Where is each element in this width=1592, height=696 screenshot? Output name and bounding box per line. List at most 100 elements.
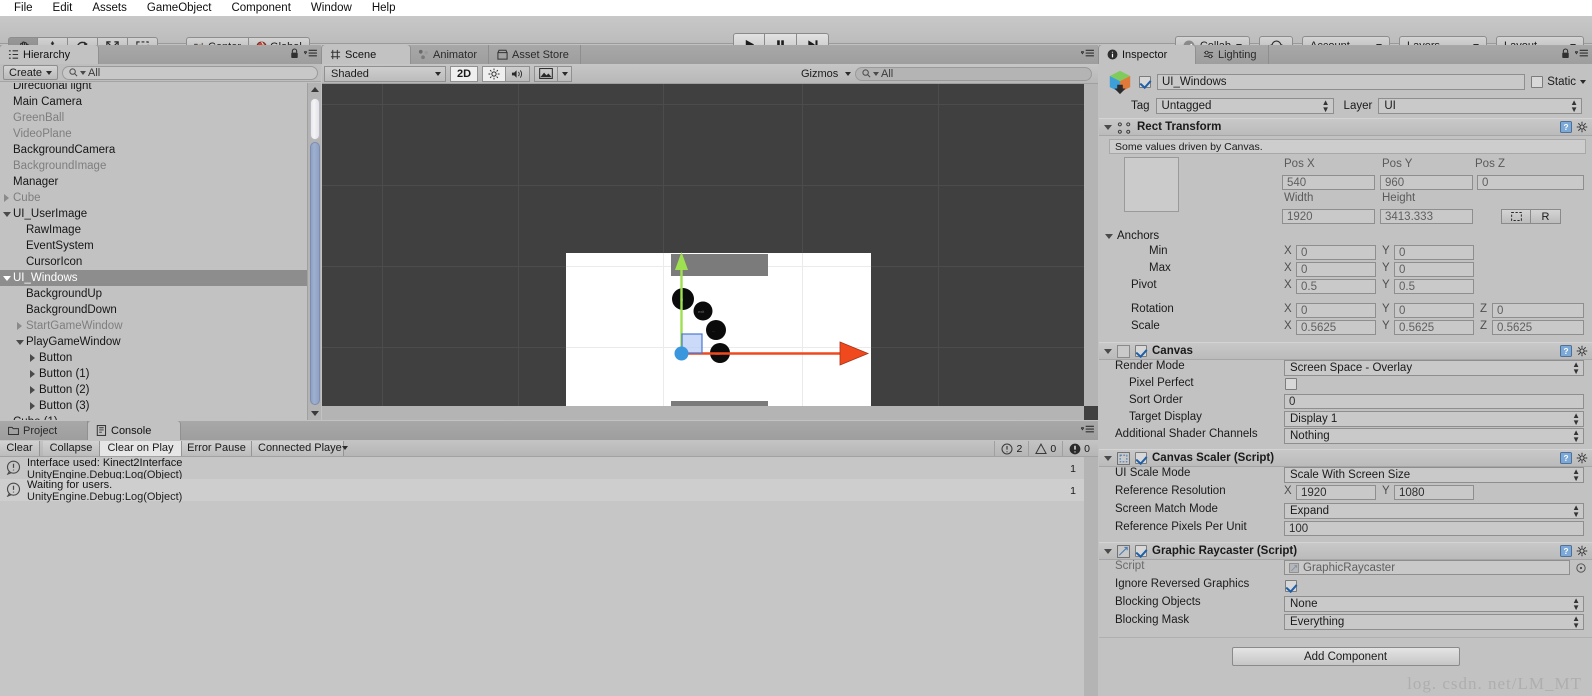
anchor-max-x-field[interactable]: 0	[1296, 262, 1376, 277]
anchors-foldout-icon[interactable]	[1105, 233, 1113, 239]
reference-ppu-field[interactable]: 100	[1284, 521, 1584, 536]
foldout-expanded-icon[interactable]	[0, 211, 13, 217]
canvas-header[interactable]: Canvas ?	[1099, 342, 1592, 360]
help-icon[interactable]: ?	[1560, 121, 1572, 133]
graphic-raycaster-enabled-checkbox[interactable]	[1135, 545, 1147, 557]
rect-transform-header[interactable]: Rect Transform ?	[1099, 118, 1592, 136]
toggle-2d-button[interactable]: 2D	[450, 65, 478, 82]
scale-x-field[interactable]: 0.5625	[1296, 320, 1376, 335]
console-warning-badge[interactable]: 0	[1028, 441, 1062, 456]
console-error-pause-button[interactable]: Error Pause	[182, 440, 252, 456]
raw-edit-button[interactable]: R	[1531, 209, 1561, 224]
toggle-lighting-button[interactable]	[482, 65, 506, 82]
tab-console[interactable]: Console	[88, 421, 180, 440]
console-message-list[interactable]: Interface used: Kinect2Interface UnityEng…	[0, 457, 1084, 696]
ignore-reversed-checkbox[interactable]	[1285, 580, 1297, 592]
scroll-up-arrow-icon[interactable]	[310, 83, 319, 96]
tag-dropdown[interactable]: Untagged ▲ ▼	[1155, 98, 1334, 114]
hierarchy-scrollbar[interactable]	[307, 83, 321, 420]
hierarchy-item-startgamewindow[interactable]: StartGameWindow	[0, 318, 307, 334]
object-picker-icon[interactable]	[1576, 563, 1586, 573]
menu-item-edit[interactable]: Edit	[43, 0, 83, 16]
ui-scale-mode-dropdown[interactable]: Scale With Screen Size ▲ ▼	[1284, 467, 1584, 483]
scene-effects-button[interactable]	[534, 65, 558, 82]
lock-icon[interactable]	[290, 48, 299, 59]
hierarchy-scroll-thumb-top[interactable]	[309, 98, 320, 140]
sort-order-field[interactable]: 0	[1284, 394, 1584, 409]
scene-effects-dropdown[interactable]	[558, 65, 572, 82]
foldout-collapsed-icon[interactable]	[13, 322, 26, 330]
hierarchy-item-ui-userimage[interactable]: UI_UserImage	[0, 206, 307, 222]
hierarchy-item-videoplane[interactable]: VideoPlane	[0, 126, 307, 142]
hierarchy-item-backgrounddown[interactable]: BackgroundDown	[0, 302, 307, 318]
tab-asset-store[interactable]: Asset Store	[489, 45, 581, 64]
gizmos-dropdown[interactable]: Gizmos	[795, 66, 855, 82]
gear-icon[interactable]	[1576, 545, 1588, 557]
menu-item-file[interactable]: File	[4, 0, 43, 16]
menu-item-component[interactable]: Component	[221, 0, 300, 16]
pixel-perfect-checkbox[interactable]	[1285, 378, 1297, 390]
blocking-objects-dropdown[interactable]: None ▲ ▼	[1284, 596, 1584, 612]
help-icon[interactable]: ?	[1560, 345, 1572, 357]
rect-transform-foldout-icon[interactable]	[1104, 124, 1112, 130]
panel-menu-icon[interactable]	[1081, 424, 1094, 435]
scroll-down-arrow-icon[interactable]	[310, 407, 319, 420]
hierarchy-scroll-thumb[interactable]	[309, 142, 320, 405]
graphic-raycaster-foldout-icon[interactable]	[1104, 548, 1112, 554]
scene-horizontal-scrollbar[interactable]	[322, 406, 1084, 420]
canvas-foldout-icon[interactable]	[1104, 348, 1112, 354]
tab-scene[interactable]: Scene	[322, 45, 410, 64]
target-display-dropdown[interactable]: Display 1 ▲ ▼	[1284, 411, 1584, 427]
hierarchy-item-playgamewindow[interactable]: PlayGameWindow	[0, 334, 307, 350]
shader-channels-dropdown[interactable]: Nothing ▲ ▼	[1284, 428, 1584, 444]
gear-icon[interactable]	[1576, 345, 1588, 357]
hierarchy-item-rawimage[interactable]: RawImage	[0, 222, 307, 238]
gear-icon[interactable]	[1576, 121, 1588, 133]
canvas-scaler-foldout-icon[interactable]	[1104, 455, 1112, 461]
console-clear-on-play-button[interactable]: Clear on Play	[100, 440, 182, 456]
console-collapse-button[interactable]: Collapse	[43, 440, 100, 456]
hierarchy-item-cursoricon[interactable]: CursorIcon	[0, 254, 307, 270]
hierarchy-item-button[interactable]: Button	[0, 350, 307, 366]
pos-x-field[interactable]: 540	[1282, 175, 1375, 190]
canvas-scaler-enabled-checkbox[interactable]	[1135, 452, 1147, 464]
menu-item-gameobject[interactable]: GameObject	[137, 0, 222, 16]
panel-menu-icon[interactable]	[304, 48, 317, 59]
menu-item-window[interactable]: Window	[301, 0, 362, 16]
pos-y-field[interactable]: 960	[1380, 175, 1473, 190]
hierarchy-item-cube[interactable]: Cube	[0, 190, 307, 206]
static-checkbox[interactable]	[1531, 76, 1544, 88]
anchor-max-y-field[interactable]: 0	[1394, 262, 1474, 277]
toggle-audio-button[interactable]	[506, 65, 530, 82]
screen-match-mode-dropdown[interactable]: Expand ▲ ▼	[1284, 503, 1584, 519]
gear-icon[interactable]	[1576, 452, 1588, 464]
object-active-checkbox[interactable]	[1139, 76, 1151, 88]
foldout-expanded-icon[interactable]	[0, 275, 13, 281]
anchor-min-y-field[interactable]: 0	[1394, 245, 1474, 260]
create-button[interactable]: Create	[3, 65, 59, 80]
blueprint-mode-button[interactable]	[1501, 209, 1531, 224]
ref-res-x-field[interactable]: 1920	[1296, 485, 1376, 500]
scene-viewport[interactable]: I I exit ... tab	[322, 84, 1098, 420]
panel-menu-icon[interactable]	[1575, 48, 1588, 59]
width-field[interactable]: 1920	[1282, 209, 1375, 224]
hierarchy-item-backgroundimage[interactable]: BackgroundImage	[0, 158, 307, 174]
hierarchy-item-directional-light[interactable]: Directional light	[0, 83, 307, 94]
hierarchy-list[interactable]: Directional light Main Camera GreenBall Vid…	[0, 83, 307, 420]
hierarchy-item-manager[interactable]: Manager	[0, 174, 307, 190]
static-caret-icon[interactable]	[1580, 80, 1586, 84]
foldout-collapsed-icon[interactable]	[0, 194, 13, 202]
foldout-collapsed-icon[interactable]	[26, 370, 39, 378]
blocking-mask-dropdown[interactable]: Everything ▲ ▼	[1284, 614, 1584, 630]
help-icon[interactable]: ?	[1560, 452, 1572, 464]
foldout-collapsed-icon[interactable]	[26, 354, 39, 362]
tab-project[interactable]: Project	[0, 421, 88, 440]
anchors-foldout-row[interactable]: Anchors	[1099, 227, 1592, 245]
hierarchy-item-button-1[interactable]: Button (1)	[0, 366, 307, 382]
tab-inspector[interactable]: Inspector	[1099, 45, 1195, 64]
help-icon[interactable]: ?	[1560, 545, 1572, 557]
add-component-button[interactable]: Add Component	[1231, 647, 1460, 666]
rotation-x-field[interactable]: 0	[1296, 303, 1376, 318]
tab-animator[interactable]: Animator	[410, 45, 490, 64]
scale-z-field[interactable]: 0.5625	[1492, 320, 1584, 335]
